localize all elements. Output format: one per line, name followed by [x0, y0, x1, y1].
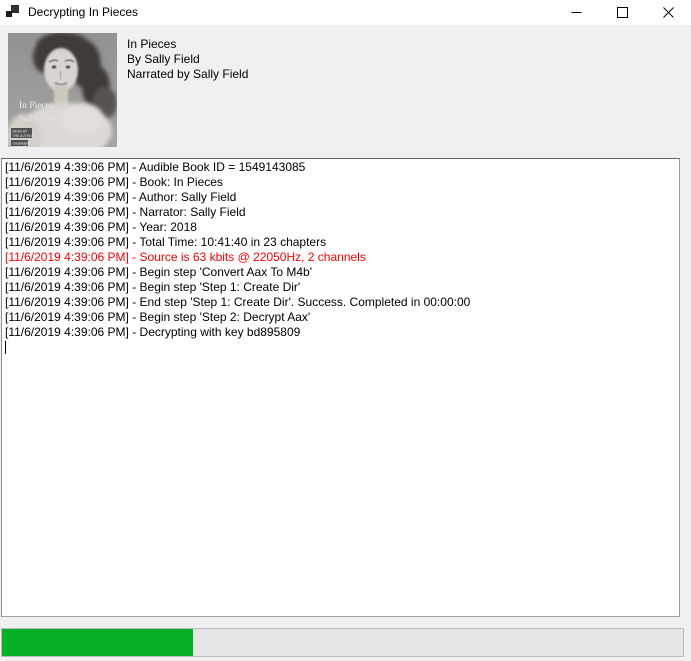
- log-line: [11/6/2019 4:39:06 PM] - Author: Sally F…: [5, 190, 677, 205]
- cover-title-text: In Pieces: [19, 101, 54, 111]
- log-line: [11/6/2019 4:39:06 PM] - Book: In Pieces: [5, 175, 677, 190]
- app-icon: [6, 5, 19, 18]
- log-line: [11/6/2019 4:39:06 PM] - Audible Book ID…: [5, 160, 677, 175]
- app-icon-square-big: [11, 5, 19, 13]
- progress-bar-fill: [2, 629, 193, 656]
- log-line: [11/6/2019 4:39:06 PM] - Narrator: Sally…: [5, 205, 677, 220]
- book-author: By Sally Field: [127, 52, 248, 67]
- log-line: [11/6/2019 4:39:06 PM] - Begin step 'Ste…: [5, 310, 677, 325]
- log-line: [11/6/2019 4:39:06 PM] - End step 'Step …: [5, 295, 677, 310]
- log-line: [11/6/2019 4:39:06 PM] - Decrypting with…: [5, 325, 677, 340]
- cover-author-text: Sally Field: [19, 113, 59, 123]
- title-bar[interactable]: Decrypting In Pieces: [0, 0, 691, 25]
- minimize-icon: [571, 7, 582, 18]
- log-line: [11/6/2019 4:39:06 PM] - Source is 63 kb…: [5, 250, 677, 265]
- minimize-button[interactable]: [553, 0, 599, 25]
- log-line: [11/6/2019 4:39:06 PM] - Year: 2018: [5, 220, 677, 235]
- book-cover-image: In Pieces Sally Field READ BY THE AUTHOR…: [8, 33, 117, 147]
- close-button[interactable]: [645, 0, 691, 25]
- cover-face-shape: [44, 48, 78, 92]
- book-title: In Pieces: [127, 37, 248, 52]
- maximize-button[interactable]: [599, 0, 645, 25]
- book-cover-art: In Pieces Sally Field READ BY THE AUTHOR…: [8, 33, 117, 147]
- cover-neck-shape: [54, 86, 68, 106]
- log-line: [11/6/2019 4:39:06 PM] - Begin step 'Ste…: [5, 280, 677, 295]
- progress-bar: [1, 628, 684, 657]
- log-line: [11/6/2019 4:39:06 PM] - Begin step 'Con…: [5, 265, 677, 280]
- log-textbox[interactable]: [11/6/2019 4:39:06 PM] - Audible Book ID…: [1, 158, 680, 617]
- book-info: In Pieces By Sally Field Narrated by Sal…: [127, 37, 248, 82]
- book-narrator: Narrated by Sally Field: [127, 67, 248, 82]
- close-icon: [663, 7, 674, 18]
- window-title: Decrypting In Pieces: [28, 0, 138, 25]
- maximize-icon: [617, 7, 628, 18]
- decrypt-window: { "window": { "title": "Decrypting In Pi…: [0, 0, 691, 661]
- text-caret: [5, 341, 6, 354]
- log-line: [11/6/2019 4:39:06 PM] - Total Time: 10:…: [5, 235, 677, 250]
- app-icon-square-small: [6, 11, 12, 17]
- cover-edition-text: Unabridged: [13, 142, 31, 146]
- cover-readby-line2: THE AUTHOR: [13, 134, 35, 138]
